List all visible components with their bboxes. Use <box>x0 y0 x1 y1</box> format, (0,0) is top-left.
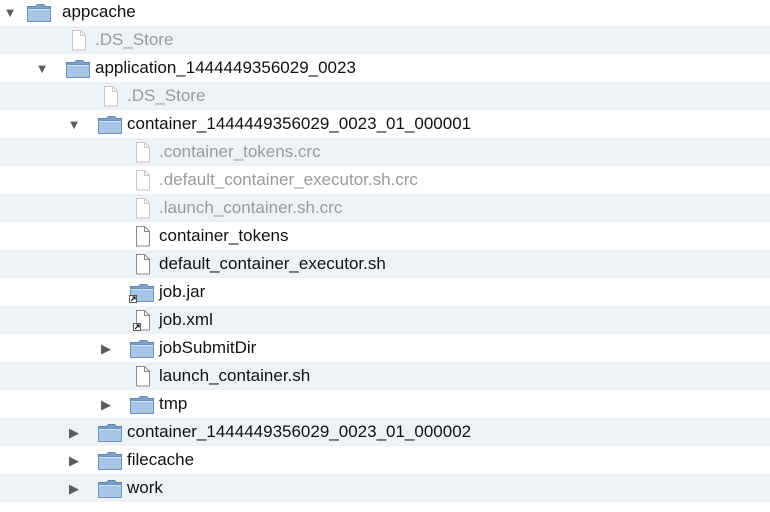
file-icon <box>129 197 155 219</box>
file-alias-icon <box>129 309 155 331</box>
tree-item-label: filecache <box>127 450 195 469</box>
tree-item-label: tmp <box>159 394 188 413</box>
tree-row-file[interactable]: launch_container.sh <box>0 362 770 390</box>
disclosure-closed-icon[interactable] <box>98 390 114 418</box>
tree-item-label: .DS_Store <box>127 86 206 105</box>
tree-item-label: application_1444449356029_0023 <box>95 58 356 77</box>
tree-item-label: work <box>127 478 163 497</box>
disclosure-open-icon[interactable] <box>66 110 82 138</box>
tree-row-folder[interactable]: application_1444449356029_0023 <box>0 54 770 82</box>
disclosure-closed-icon[interactable] <box>66 446 82 474</box>
tree-item-label: container_1444449356029_0023_01_000002 <box>127 422 472 441</box>
folder-icon <box>97 477 123 499</box>
tree-row-folder[interactable]: container_1444449356029_0023_01_000002 <box>0 418 770 446</box>
tree-row-file[interactable]: .launch_container.sh.crc <box>0 194 770 222</box>
tree-item-label: jobSubmitDir <box>159 338 257 357</box>
folder-icon <box>65 57 91 79</box>
tree-item-label: .DS_Store <box>95 30 174 49</box>
file-icon <box>129 253 155 275</box>
tree-row-file[interactable]: .default_container_executor.sh.crc <box>0 166 770 194</box>
tree-row-folder[interactable]: tmp <box>0 390 770 418</box>
file-icon <box>129 225 155 247</box>
disclosure-open-icon[interactable] <box>2 0 18 26</box>
folder-alias-icon <box>129 281 155 303</box>
tree-item-label: appcache <box>62 2 136 21</box>
folder-icon <box>97 421 123 443</box>
tree-row-file[interactable]: .DS_Store <box>0 82 770 110</box>
disclosure-open-icon[interactable] <box>34 54 50 82</box>
tree-row-folder[interactable]: job.jar <box>0 278 770 306</box>
tree-item-label: container_1444449356029_0023_01_000001 <box>127 114 472 133</box>
tree-item-label: job.jar <box>159 282 206 301</box>
file-icon <box>129 141 155 163</box>
disclosure-closed-icon[interactable] <box>66 418 82 446</box>
tree-row-folder[interactable]: work <box>0 474 770 502</box>
tree-item-label: container_tokens <box>159 226 289 245</box>
disclosure-closed-icon[interactable] <box>98 334 114 362</box>
folder-icon <box>129 393 155 415</box>
file-icon <box>97 85 123 107</box>
tree-row-file[interactable]: container_tokens <box>0 222 770 250</box>
folder-icon <box>26 1 52 23</box>
file-icon <box>129 365 155 387</box>
tree-row-file[interactable]: default_container_executor.sh <box>0 250 770 278</box>
tree-row-folder[interactable]: appcache <box>0 0 770 26</box>
tree-item-label: default_container_executor.sh <box>159 254 386 273</box>
tree-row-folder[interactable]: container_1444449356029_0023_01_000001 <box>0 110 770 138</box>
folder-icon <box>129 337 155 359</box>
file-tree: appcache .DS_Store application_14444493560… <box>0 0 770 512</box>
tree-row-partial <box>0 502 770 512</box>
tree-item-label: job.xml <box>159 310 213 329</box>
tree-item-label: launch_container.sh <box>159 366 311 385</box>
tree-row-file[interactable]: job.xml <box>0 306 770 334</box>
file-icon <box>65 29 91 51</box>
tree-row-folder[interactable]: jobSubmitDir <box>0 334 770 362</box>
tree-item-label: .default_container_executor.sh.crc <box>159 170 418 189</box>
folder-icon <box>97 449 123 471</box>
folder-icon <box>97 113 123 135</box>
disclosure-closed-icon[interactable] <box>66 474 82 502</box>
file-icon <box>129 169 155 191</box>
tree-item-label: .launch_container.sh.crc <box>159 198 343 217</box>
tree-row-folder[interactable]: filecache <box>0 446 770 474</box>
tree-row-file[interactable]: .DS_Store <box>0 26 770 54</box>
tree-item-label: .container_tokens.crc <box>159 142 321 161</box>
tree-row-file[interactable]: .container_tokens.crc <box>0 138 770 166</box>
